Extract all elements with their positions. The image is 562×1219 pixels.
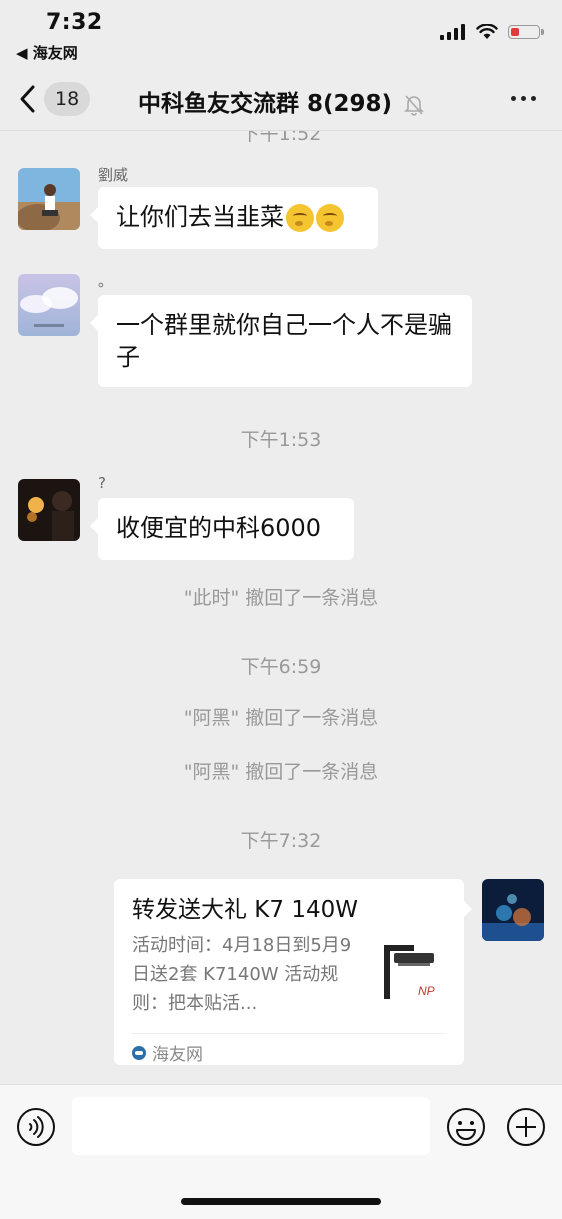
sender-name: ? [98, 474, 106, 492]
back-to-app-link[interactable]: ◀ 海友网 [16, 42, 78, 63]
thumb-brand: NP [418, 984, 435, 998]
message-bubble[interactable]: 收便宜的中科6000 [90, 498, 354, 560]
my-avatar[interactable] [482, 879, 544, 941]
message-text: 让你们去当韭菜 [116, 203, 284, 231]
battery-icon [508, 25, 544, 39]
timestamp: 下午1:52 [240, 131, 322, 145]
voice-input-icon[interactable] [16, 1107, 56, 1147]
status-bar: 7:32 ◀ 海友网 [0, 0, 562, 70]
message-bubble[interactable]: 让你们去当韭菜 [90, 187, 378, 249]
haiyou-site-icon [132, 1045, 146, 1060]
emoji-icon[interactable] [446, 1107, 486, 1147]
wifi-icon [476, 24, 498, 39]
group-name: 中科鱼友交流群 8(298) [137, 91, 393, 117]
recall-notice: "阿黑" 撤回了一条消息 [183, 707, 379, 729]
message-text: 一个群里就你自己一个人不是骗子 [116, 311, 452, 371]
status-icons [440, 24, 544, 40]
sender-name: 劉威 [98, 166, 129, 184]
timestamp: 下午7:32 [240, 830, 322, 852]
message-text: 收便宜的中科6000 [116, 514, 322, 542]
chat-title: 中科鱼友交流群 8(298) [0, 84, 562, 118]
thinking-emoji-icon [286, 204, 314, 232]
mute-bell-icon [404, 94, 424, 116]
thinking-emoji-icon [316, 204, 344, 232]
status-time: 7:32 [46, 10, 103, 35]
timestamp: 下午1:53 [240, 429, 322, 451]
more-options-icon[interactable] [511, 96, 536, 101]
chat-header: 18 中科鱼友交流群 8(298) [0, 70, 562, 131]
link-card-source: 海友网 [152, 1045, 203, 1065]
link-card-footer: 海友网 [132, 1033, 446, 1065]
message-input[interactable] [72, 1097, 430, 1155]
recall-notice: "此时" 撤回了一条消息 [183, 587, 379, 609]
link-card-title: 转发送大礼 K7 140W [132, 897, 358, 923]
chat-area[interactable]: 下午1:52 劉威 让你们去当韭菜 。 一个群里就你自己一个人不是骗子 下午1:… [0, 131, 562, 1083]
home-indicator[interactable] [181, 1198, 381, 1205]
sender-name: 。 [98, 272, 114, 290]
avatar[interactable] [18, 479, 80, 541]
timestamp: 下午6:59 [240, 656, 322, 678]
recall-notice: "阿黑" 撤回了一条消息 [183, 761, 379, 783]
avatar[interactable] [18, 274, 80, 336]
plus-icon[interactable] [506, 1107, 546, 1147]
signal-icon [440, 24, 465, 40]
avatar[interactable] [18, 168, 80, 230]
shared-link-card[interactable]: 转发送大礼 K7 140W 活动时间：4月18日到5月9日送2套 K7140W … [114, 879, 472, 1065]
link-card-description: 活动时间：4月18日到5月9日送2套 K7140W 活动规则：把本贴活... [132, 935, 352, 1014]
link-card-thumbnail: NP [374, 939, 446, 1011]
message-bubble[interactable]: 一个群里就你自己一个人不是骗子 [90, 295, 472, 387]
